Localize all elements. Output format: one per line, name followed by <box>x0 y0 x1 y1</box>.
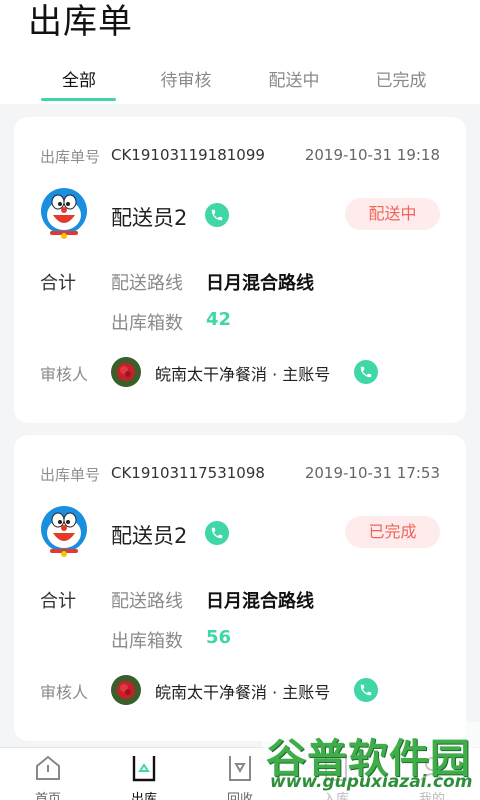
route-value: 日月混合路线 <box>206 591 314 612</box>
order-card[interactable]: 出库单号 CK19103119181099 2019-10-31 19:18 配… <box>14 117 466 423</box>
reviewer-avatar <box>111 675 141 705</box>
nav-item-outbound[interactable]: 出库 <box>96 748 192 800</box>
phone-icon[interactable] <box>354 678 378 702</box>
route-value: 日月混合路线 <box>206 273 314 294</box>
order-time: 2019-10-31 17:53 <box>304 464 440 482</box>
reviewer-label: 审核人 <box>40 365 89 384</box>
outbound-icon <box>132 756 156 782</box>
tab-pending-review[interactable]: 待审核 <box>132 66 240 91</box>
order-number-label: 出库单号 <box>40 466 101 484</box>
reviewer-name: 皖南太干净餐消 · 主账号 <box>155 365 331 384</box>
box-count: 56 <box>206 627 232 648</box>
phone-icon[interactable] <box>205 521 229 545</box>
box-count: 42 <box>206 309 232 330</box>
reviewer-name: 皖南太干净餐消 · 主账号 <box>155 683 331 702</box>
order-number: CK19103119181099 <box>111 146 265 164</box>
box-count-label: 出库箱数 <box>111 631 183 652</box>
courier-avatar <box>38 505 90 557</box>
status-badge: 已完成 <box>345 516 440 548</box>
box-count-label: 出库箱数 <box>111 313 183 334</box>
tab-completed[interactable]: 已完成 <box>347 66 455 91</box>
page-title: 出库单 <box>28 2 133 42</box>
nav-item-home[interactable]: 首页 <box>0 748 96 800</box>
summary-label: 合计 <box>40 591 76 612</box>
route-label: 配送路线 <box>111 591 183 612</box>
tab-delivering[interactable]: 配送中 <box>240 66 348 91</box>
recycle-icon <box>229 756 251 781</box>
header: 出库单 全部 待审核 配送中 已完成 <box>0 0 480 104</box>
phone-icon[interactable] <box>205 203 229 227</box>
tab-bar: 全部 待审核 配送中 已完成 <box>0 58 480 104</box>
phone-icon[interactable] <box>354 360 378 384</box>
order-number: CK19103117531098 <box>111 464 265 482</box>
watermark-url: www.gupuxiazai.com <box>270 772 473 792</box>
watermark: 谷普软件园 www.gupuxiazai.com <box>262 722 480 800</box>
nav-label: 首页 <box>34 792 61 800</box>
tab-active-indicator <box>41 98 116 101</box>
courier-name: 配送员2 <box>111 524 188 548</box>
summary-label: 合计 <box>40 273 76 294</box>
reviewer-label: 审核人 <box>40 683 89 702</box>
order-time: 2019-10-31 19:18 <box>304 146 440 164</box>
home-icon <box>36 755 60 780</box>
tab-all[interactable]: 全部 <box>25 66 133 91</box>
courier-name: 配送员2 <box>111 206 188 230</box>
nav-label: 出库 <box>130 792 157 800</box>
reviewer-avatar <box>111 357 141 387</box>
order-number-label: 出库单号 <box>40 148 101 166</box>
route-label: 配送路线 <box>111 273 183 294</box>
courier-avatar <box>38 187 90 239</box>
order-card[interactable]: 出库单号 CK19103117531098 2019-10-31 17:53 配… <box>14 435 466 741</box>
status-badge: 配送中 <box>345 198 440 230</box>
